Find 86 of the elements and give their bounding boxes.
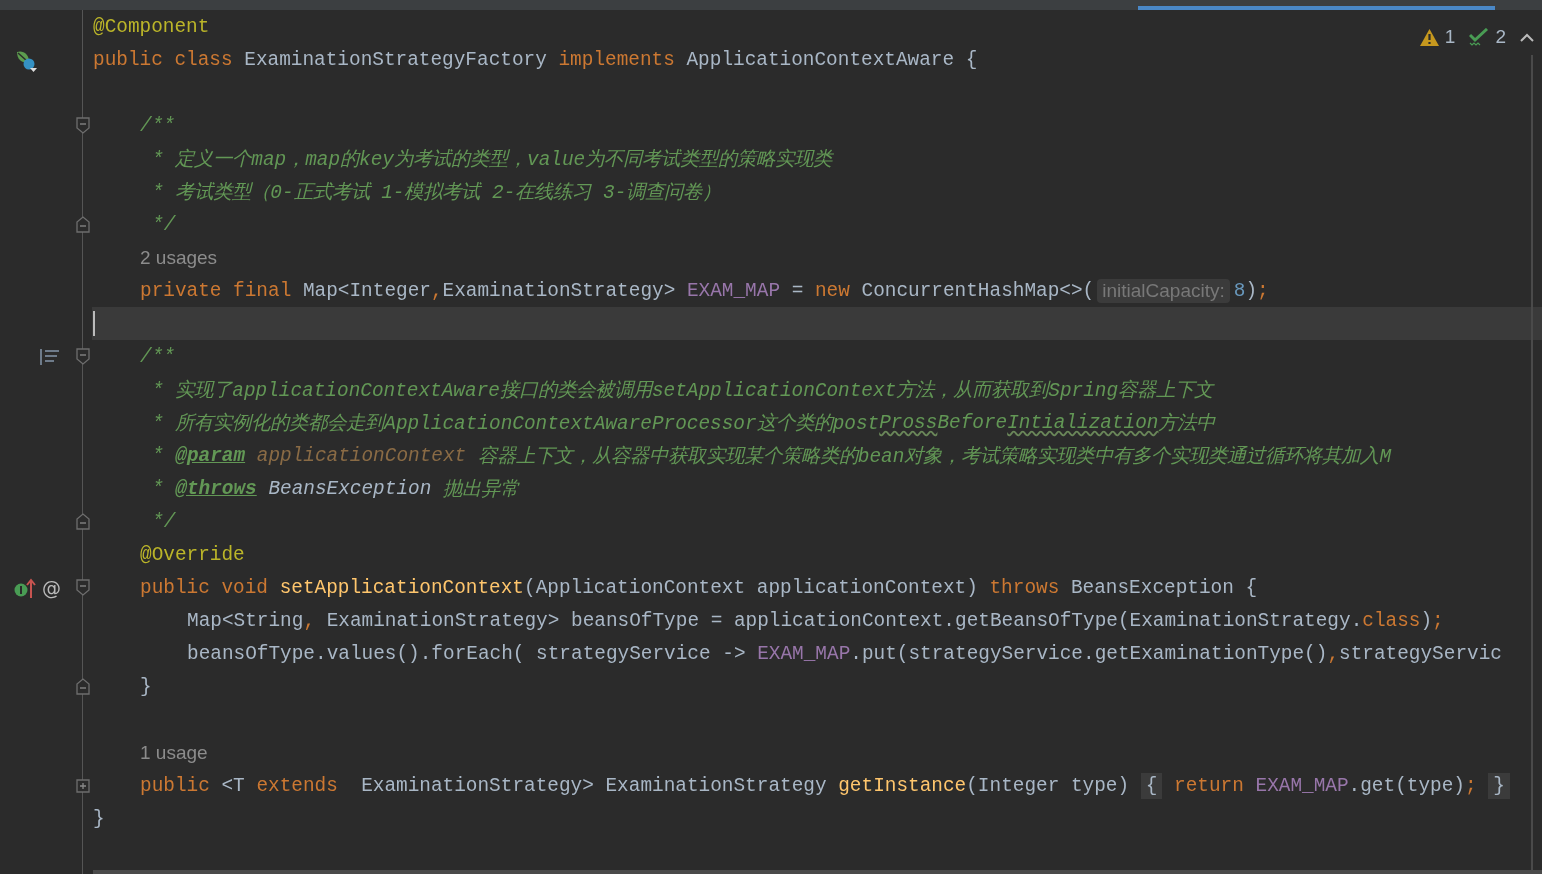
keyword: new	[814, 279, 851, 302]
code-text: Map<String	[187, 609, 304, 632]
chevron-up-icon[interactable]	[1520, 32, 1534, 42]
code-text: (ApplicationContext applicationContext)	[524, 576, 979, 599]
number-literal: 8	[1233, 279, 1246, 302]
fold-icon[interactable]	[76, 678, 90, 695]
doc-comment: 抛出异常	[441, 478, 519, 502]
param-name: applicationContext	[255, 444, 467, 467]
implements-icon[interactable]	[14, 576, 38, 599]
folded-brace: {	[1140, 772, 1163, 799]
code-text: (Integer type)	[966, 774, 1131, 797]
code-text: <T	[221, 774, 246, 797]
code-text: ExaminationStrategy> beansOfType = applicationContext.getBeansOfType(ExaminationStrategy.	[325, 609, 1363, 632]
doc-comment: /**	[140, 114, 175, 137]
misspelled-word: Pross	[879, 411, 938, 434]
keyword: ;	[1432, 609, 1444, 632]
code-text: ConcurrentHashMap<>(	[861, 279, 1095, 302]
code-text: .put(strategyService.getExaminationType()	[850, 642, 1328, 665]
type-name: BeansException	[267, 477, 432, 500]
fold-icon[interactable]	[76, 216, 90, 233]
annotation-marker[interactable]: @	[42, 576, 61, 599]
doc-comment: 容器上下文，从容器中获取实现某个策略类的bean对象，考试策略实现类中有多个实现类通过循环将其加入M	[476, 444, 1392, 469]
code-text: Map<Integer	[302, 279, 431, 302]
fold-icon[interactable]	[76, 579, 90, 596]
expand-icon[interactable]	[76, 778, 90, 793]
field-name: EXAM_MAP	[686, 279, 781, 302]
keyword: public	[140, 774, 211, 797]
checkmark-icon	[1469, 28, 1490, 46]
code-text: }	[140, 675, 152, 698]
method-name: setApplicationContext	[279, 576, 524, 599]
code-text: .get(type)	[1348, 774, 1465, 797]
doc-comment: * 实现了applicationContextAware接口的类会被调用setApplicationContext方法，从而获取到Spring容器上下文	[152, 378, 1214, 403]
text-caret	[93, 311, 95, 336]
fold-icon[interactable]	[76, 348, 90, 365]
doc-comment: /**	[140, 345, 175, 368]
code-text: =	[790, 279, 805, 302]
doc-comment: *	[152, 477, 165, 500]
usages-hint[interactable]: 1 usage	[140, 741, 208, 764]
inspection-count[interactable]: 2	[1495, 26, 1506, 48]
keyword: ;	[1257, 279, 1269, 302]
keyword: extends	[256, 774, 339, 797]
code-text: BeansException {	[1070, 576, 1258, 599]
usages-hint[interactable]: 2 usages	[140, 246, 218, 269]
doc-comment: Before	[937, 411, 1008, 434]
parameter-hint: initialCapacity:	[1097, 278, 1230, 303]
render-doc-icon[interactable]	[40, 348, 60, 365]
doc-comment: * 所有实例化的类都会走到ApplicationContextAwareProcessor这个类的post	[152, 411, 880, 436]
fold-icon[interactable]	[76, 513, 90, 530]
doc-comment: */	[152, 510, 176, 533]
keyword: ,	[430, 279, 443, 302]
misspelled-word: Intialization	[1007, 411, 1159, 434]
code-text: beansOfType.values().forEach( strategyService ->	[187, 642, 747, 665]
doc-comment: */	[152, 213, 176, 236]
code-text: ExaminationStrategyFactory	[244, 48, 548, 71]
keyword: ,	[303, 609, 315, 632]
code-text: )	[1245, 279, 1257, 302]
keyword: ;	[1464, 774, 1478, 797]
keyword: class	[1362, 609, 1421, 632]
field-name: EXAM_MAP	[757, 642, 851, 665]
doc-comment: * 考试类型（0-正式考试 1-模拟考试 2-在线练习 3-调查问卷）	[152, 181, 722, 205]
field-name: EXAM_MAP	[1255, 774, 1349, 797]
keyword: public void	[140, 576, 269, 599]
code-text: ExaminationStrategy> ExaminationStrategy	[361, 774, 828, 797]
doc-tag: @throws	[175, 477, 257, 500]
code-text: ExaminationStrategy>	[442, 279, 677, 302]
folded-brace: }	[1488, 772, 1510, 799]
warning-icon	[1419, 28, 1439, 46]
keyword: public class	[93, 48, 234, 71]
fold-icon[interactable]	[76, 117, 90, 134]
keyword: implements	[558, 48, 676, 71]
doc-comment: *	[152, 444, 165, 467]
code-text: strategyServic	[1339, 642, 1502, 665]
annotation: @Component	[93, 15, 210, 38]
doc-comment: * 定义一个map，map的key为考试的类型，value为不同考试类型的策略实现类	[152, 147, 833, 172]
doc-tag: @param	[175, 444, 246, 467]
keyword: return	[1173, 774, 1245, 797]
keyword: private final	[140, 279, 293, 302]
keyword: ,	[1327, 642, 1339, 665]
code-text: ApplicationContextAware {	[686, 48, 978, 71]
method-name: getInstance	[838, 774, 967, 797]
annotation: @Override	[140, 543, 245, 566]
doc-comment: 方法中	[1158, 412, 1216, 436]
code-text: }	[93, 807, 105, 830]
keyword: throws	[989, 576, 1061, 599]
code-text: )	[1420, 609, 1433, 632]
inspection-count[interactable]: 1	[1444, 26, 1456, 48]
